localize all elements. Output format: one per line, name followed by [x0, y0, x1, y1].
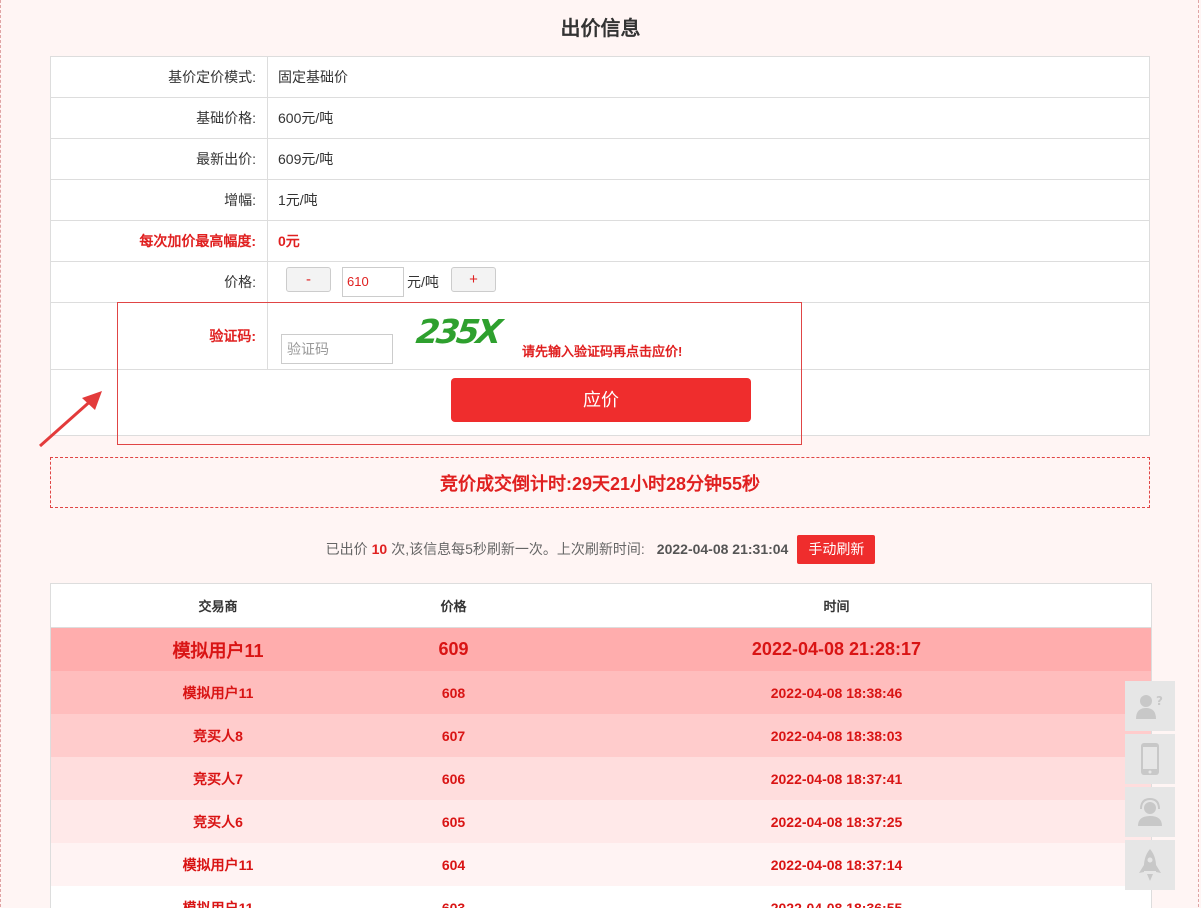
time-cell: 2022-04-08 18:37:41	[770, 770, 903, 787]
row-pricing-mode: 基价定价模式: 固定基础价	[51, 57, 1149, 98]
help-button[interactable]: ?	[1125, 681, 1175, 731]
price-cell: 605	[441, 813, 466, 830]
column-header-price: 价格	[440, 599, 467, 614]
increment-label: 增幅:	[224, 192, 256, 208]
row-latest-bid: 最新出价: 609元/吨	[51, 139, 1149, 180]
rocket-top-icon	[1139, 849, 1161, 881]
time-cell: 2022-04-08 18:37:14	[770, 856, 903, 873]
customer-service-button[interactable]	[1125, 787, 1175, 837]
time-cell: 2022-04-08 18:38:03	[770, 727, 903, 744]
trader-cell: 竞买人8	[193, 727, 243, 744]
trader-cell: 模拟用户11	[172, 640, 264, 661]
table-row: 竞买人6 605 2022-04-08 18:37:25	[51, 800, 1151, 843]
row-max-increase: 每次加价最高幅度: 0元	[51, 221, 1149, 262]
page-title: 出价信息	[560, 18, 641, 40]
increment-value: 1元/吨	[278, 192, 318, 208]
price-cell: 603	[441, 899, 466, 908]
table-row: 竞买人7 606 2022-04-08 18:37:41	[51, 757, 1151, 800]
row-base-price: 基础价格: 600元/吨	[51, 98, 1149, 139]
countdown-timer: 竞价成交倒计时:29天21小时28分钟55秒	[50, 457, 1150, 508]
time-cell: 2022-04-08 21:28:17	[751, 639, 922, 659]
price-label: 价格:	[224, 274, 256, 290]
row-increment: 增幅: 1元/吨	[51, 180, 1149, 221]
max-increase-label: 每次加价最高幅度:	[139, 233, 256, 249]
time-cell: 2022-04-08 18:38:46	[770, 684, 903, 701]
table-row: 竞买人8 607 2022-04-08 18:38:03	[51, 714, 1151, 757]
trader-cell: 模拟用户11	[182, 899, 254, 908]
price-cell: 604	[441, 856, 466, 873]
decrease-price-button[interactable]: -	[286, 267, 331, 292]
base-price-value: 600元/吨	[278, 110, 334, 126]
price-input[interactable]: 610	[342, 267, 404, 297]
last-refresh-time: 2022-04-08 21:31:04	[656, 541, 789, 557]
table-header: 交易商 价格 时间	[51, 584, 1151, 628]
price-cell: 607	[441, 727, 466, 744]
bid-count: 10	[371, 541, 388, 557]
trader-cell: 竞买人7	[193, 770, 243, 787]
side-toolbar: ?	[1125, 681, 1175, 893]
latest-bid-value: 609元/吨	[278, 151, 334, 167]
time-cell: 2022-04-08 18:36:55	[770, 899, 903, 908]
trader-cell: 竞买人6	[193, 813, 243, 830]
latest-bid-label: 最新出价:	[196, 151, 256, 167]
page-border-right	[1198, 0, 1199, 907]
refresh-status: 已出价 10 次,该信息每5秒刷新一次。上次刷新时间: 2022-04-08 2…	[0, 534, 1201, 564]
table-row: 模拟用户11 604 2022-04-08 18:37:14	[51, 843, 1151, 886]
base-price-label: 基础价格:	[196, 110, 256, 126]
mobile-button[interactable]	[1125, 734, 1175, 784]
price-cell: 608	[441, 684, 466, 701]
bid-history-table: 交易商 价格 时间 模拟用户11 609 2022-04-08 21:28:17 模拟…	[50, 583, 1152, 908]
trader-cell: 模拟用户11	[182, 684, 254, 701]
increase-price-button[interactable]: +	[451, 267, 496, 292]
page-border-left	[0, 0, 1, 907]
annotation-arrow-icon	[39, 391, 102, 448]
customer-service-icon	[1138, 797, 1162, 826]
svg-text:?: ?	[1156, 694, 1163, 708]
manual-refresh-button[interactable]: 手动刷新	[797, 534, 876, 564]
back-to-top-button[interactable]	[1125, 840, 1175, 890]
table-row: 模拟用户11 609 2022-04-08 21:28:17	[51, 628, 1151, 671]
pricing-mode-label: 基价定价模式:	[168, 69, 256, 85]
time-cell: 2022-04-08 18:37:25	[770, 813, 903, 830]
price-unit: 元/吨	[407, 274, 439, 290]
max-increase-value: 0元	[278, 233, 300, 249]
table-row: 模拟用户11 608 2022-04-08 18:38:46	[51, 671, 1151, 714]
price-cell: 609	[438, 639, 469, 659]
mobile-icon	[1141, 743, 1159, 775]
row-price-input: 价格: - 610 元/吨 +	[51, 262, 1149, 303]
column-header-time: 时间	[823, 599, 850, 614]
help-icon: ?	[1136, 694, 1163, 719]
trader-cell: 模拟用户11	[182, 856, 254, 873]
bid-count-prefix: 已出价	[325, 541, 368, 557]
pricing-mode-value: 固定基础价	[278, 69, 348, 85]
bid-rows: 模拟用户11 609 2022-04-08 21:28:17 模拟用户11 608 202…	[51, 628, 1151, 908]
price-cell: 606	[441, 770, 466, 787]
table-row: 模拟用户11 603 2022-04-08 18:36:55	[51, 886, 1151, 908]
highlight-box	[117, 302, 802, 445]
refresh-info: 次,该信息每5秒刷新一次。上次刷新时间:	[391, 541, 645, 557]
column-header-trader: 交易商	[198, 599, 238, 614]
